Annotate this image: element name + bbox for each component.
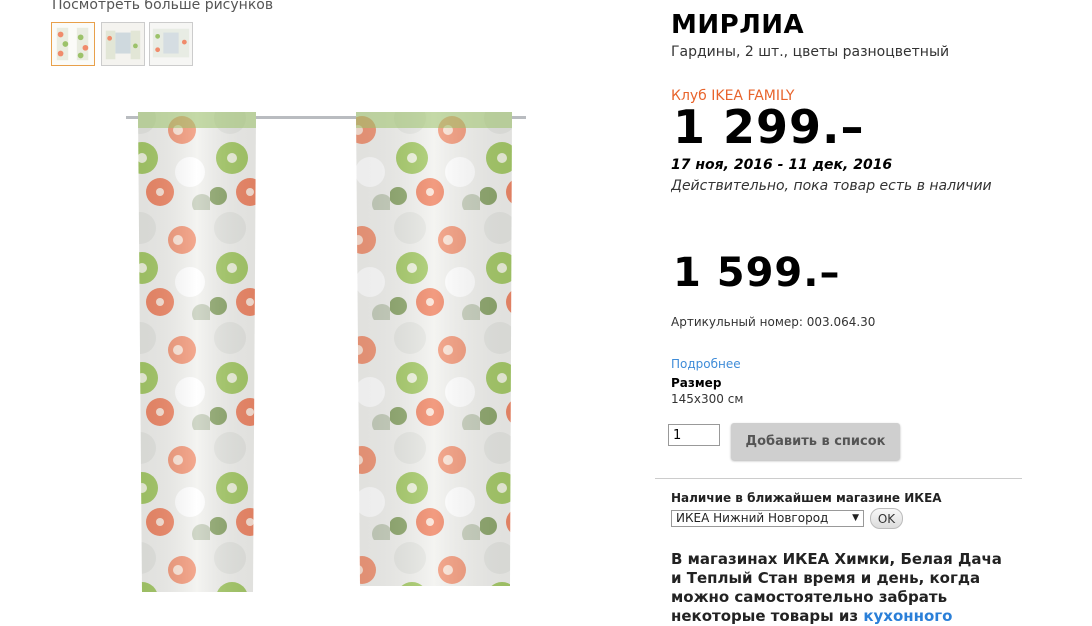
family-price: 1 299.–	[673, 100, 865, 154]
availability-title: Наличие в ближайшем магазине ИКЕА	[671, 491, 942, 505]
promo-text: В магазинах ИКЕА Химки, Белая Дача и Теп…	[671, 550, 1016, 626]
family-offer-validity: Действительно, пока товар есть в наличии	[671, 178, 992, 194]
more-images-link[interactable]: Посмотреть больше рисунков	[52, 0, 273, 13]
product-description: Гардины, 2 шт., цветы разноцветный	[671, 44, 950, 60]
store-ok-button[interactable]: OK	[870, 508, 903, 529]
size-value: 145x300 см	[671, 392, 744, 406]
thumbnail-curtains-window[interactable]	[149, 22, 193, 66]
regular-price: 1 599.–	[673, 250, 841, 296]
store-select[interactable]: ИКЕА Нижний Новгород ▼	[671, 510, 864, 527]
add-to-list-button[interactable]: Добавить в список	[731, 423, 900, 460]
family-offer-dates: 17 ноя, 2016 - 11 дек, 2016	[671, 157, 893, 173]
article-number: Артикульный номер: 003.064.30	[671, 315, 876, 329]
more-info-link[interactable]: Подробнее	[671, 357, 741, 371]
product-title: МИРЛИА	[671, 10, 805, 40]
room-thumbnail-image	[102, 23, 144, 65]
thumbnail-curtains-room[interactable]	[101, 22, 145, 66]
store-select-value: ИКЕА Нижний Новгород	[676, 511, 829, 525]
thumbnail-curtains-front[interactable]	[51, 22, 95, 66]
curtain-thumbnail-image	[52, 23, 94, 65]
curtains-picture	[126, 112, 526, 592]
product-image	[120, 100, 540, 595]
quantity-input[interactable]	[668, 424, 720, 446]
chevron-down-icon: ▼	[852, 513, 859, 523]
size-label: Размер	[671, 376, 722, 390]
window-thumbnail-image	[150, 23, 192, 65]
divider	[655, 478, 1022, 479]
promo-link[interactable]: кухонного	[863, 607, 952, 625]
